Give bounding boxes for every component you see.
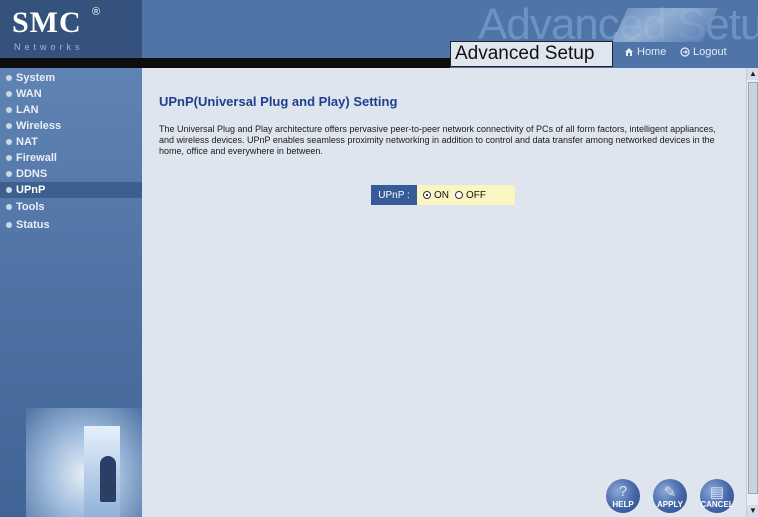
sidebar-item-firewall[interactable]: Firewall (0, 150, 142, 166)
logo-text: SMC (12, 6, 82, 39)
logout-link[interactable]: Logout (680, 46, 727, 58)
upnp-off-label: OFF (466, 189, 486, 201)
bullet-icon (6, 75, 12, 81)
sidebar-item-nat[interactable]: NAT (0, 134, 142, 150)
header-divider (0, 58, 450, 68)
help-button[interactable]: ? HELP (606, 479, 640, 513)
bullet-icon (6, 107, 12, 113)
radio-unchecked-icon (455, 191, 463, 199)
sidebar-item-label: Status (16, 219, 50, 231)
sidebar-item-label: Wireless (16, 120, 62, 132)
header: SMC ® Networks Advanced Setup Advanced S… (0, 0, 758, 68)
page-description: The Universal Plug and Play architecture… (159, 124, 716, 156)
scroll-thumb[interactable] (748, 82, 758, 494)
apply-icon: ✎ (663, 484, 677, 501)
sidebar-item-system[interactable]: System (0, 70, 142, 86)
sidebar-item-tools[interactable]: Tools (0, 199, 142, 215)
header-graphic (612, 8, 718, 42)
logo-subtext: Networks (14, 42, 84, 52)
sidebar-item-label: UPnP (16, 184, 46, 196)
home-icon (625, 48, 633, 56)
cancel-button[interactable]: ▤ CANCEL (700, 479, 734, 513)
cancel-button-label: CANCEL (700, 500, 734, 509)
photo-person (100, 456, 116, 502)
logout-icon (680, 47, 690, 57)
sidebar-item-status[interactable]: Status (0, 217, 142, 233)
registered-mark: ® (92, 6, 101, 18)
logout-label: Logout (693, 46, 727, 58)
bullet-icon (6, 155, 12, 161)
trash-icon: ▤ (709, 484, 725, 501)
upnp-on-radio[interactable]: ON (423, 190, 449, 201)
sidebar: System WAN LAN Wireless NAT Firewall DDN… (0, 68, 142, 517)
home-label: Home (637, 46, 667, 58)
upnp-setting-row: UPnP : ON OFF (371, 185, 515, 205)
upnp-on-label: ON (434, 189, 449, 201)
scroll-down-arrow-icon[interactable]: ▼ (747, 505, 758, 517)
page-title: UPnP(Universal Plug and Play) Setting (159, 94, 398, 109)
header-title-box: Advanced Setup (450, 41, 613, 67)
smc-logo: SMC ® Networks (0, 0, 142, 58)
bullet-icon (6, 123, 12, 129)
home-link[interactable]: Home (624, 46, 666, 58)
sidebar-item-lan[interactable]: LAN (0, 102, 142, 118)
upnp-options: ON OFF (417, 185, 515, 205)
bullet-icon (6, 91, 12, 97)
help-button-label: HELP (612, 500, 634, 509)
sidebar-item-upnp[interactable]: UPnP (0, 182, 142, 198)
upnp-off-radio[interactable]: OFF (455, 190, 486, 201)
bullet-icon (6, 139, 12, 145)
page-section-title: Advanced Setup (455, 43, 595, 64)
sidebar-item-label: WAN (16, 88, 42, 100)
apply-button-label: APPLY (657, 500, 683, 509)
sidebar-item-label: Firewall (16, 152, 57, 164)
sidebar-item-wireless[interactable]: Wireless (0, 118, 142, 134)
sidebar-item-label: System (16, 72, 56, 84)
bullet-icon (6, 187, 12, 193)
vertical-scrollbar[interactable]: ▲ ▼ (746, 68, 758, 517)
sidebar-item-ddns[interactable]: DDNS (0, 166, 142, 182)
sidebar-item-label: LAN (16, 104, 39, 116)
sidebar-item-label: DDNS (16, 168, 48, 180)
bullet-icon (6, 171, 12, 177)
scroll-up-arrow-icon[interactable]: ▲ (747, 68, 758, 80)
sidebar-item-label: NAT (16, 136, 38, 148)
upnp-label: UPnP : (371, 185, 417, 205)
radio-checked-icon (423, 191, 431, 199)
help-icon: ? (618, 483, 628, 500)
bullet-icon (6, 204, 12, 210)
apply-button[interactable]: ✎ APPLY (653, 479, 687, 513)
sidebar-item-label: Tools (16, 201, 45, 213)
main-content: UPnP(Universal Plug and Play) Setting Th… (142, 68, 746, 517)
bullet-icon (6, 222, 12, 228)
sidebar-item-wan[interactable]: WAN (0, 86, 142, 102)
sidebar-decorative-photo (26, 408, 142, 517)
